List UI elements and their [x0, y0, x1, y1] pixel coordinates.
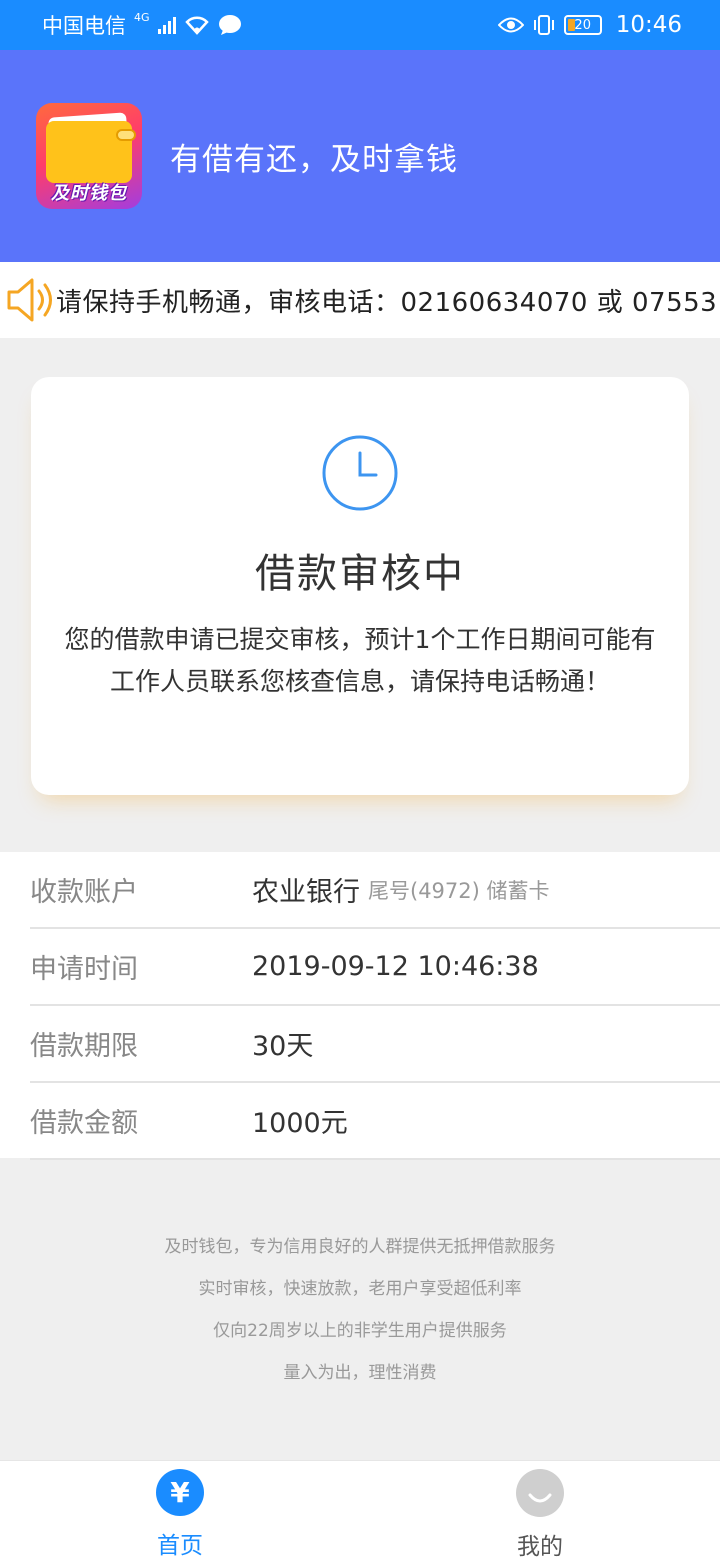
nav-home[interactable]: ¥ 首页 [0, 1461, 360, 1560]
disclaimer-line: 仅向22周岁以上的非学生用户提供服务 [213, 1321, 507, 1341]
review-status-title: 借款审核中 [255, 551, 465, 597]
detail-sub: 尾号(4972) 储蓄卡 [368, 878, 550, 903]
notice-bar: 请保持手机畅通，审核电话：02160634070 或 07553 [0, 262, 720, 338]
status-bar: 中国电信 4G 20 10:46 [0, 0, 720, 50]
nav-mine[interactable]: 我的 [360, 1461, 720, 1560]
disclaimer-line: 及时钱包，专为信用良好的人群提供无抵押借款服务 [164, 1237, 556, 1257]
detail-value: 30天 [252, 1031, 314, 1062]
battery-level: 20 [574, 17, 591, 33]
detail-label: 收款账户 [30, 877, 138, 908]
disclaimer-line: 实时审核，快速放款，老用户享受超低利率 [198, 1279, 522, 1299]
vibrate-icon [533, 15, 554, 35]
detail-row-account: 收款账户 农业银行 尾号(4972) 储蓄卡 [30, 852, 720, 929]
network-type: 4G [134, 10, 150, 24]
status-bar-right: 20 10:46 [497, 12, 682, 38]
review-status-card: 借款审核中 您的借款申请已提交审核，预计1个工作日期间可能有工作人员联系您核查信… [31, 377, 689, 795]
clock-time: 10:46 [615, 12, 682, 38]
review-status-message: 您的借款申请已提交审核，预计1个工作日期间可能有工作人员联系您核查信息，请保持电… [64, 625, 656, 696]
yen-icon: ¥ [156, 1469, 204, 1516]
message-icon [218, 15, 241, 35]
detail-row-time: 申请时间 2019-09-12 10:46:38 [30, 929, 720, 1006]
header-slogan: 有借有还，及时拿钱 [170, 141, 458, 178]
wifi-icon [184, 16, 209, 35]
app-header: 及时钱包 有借有还，及时拿钱 [0, 50, 720, 262]
app-logo: 及时钱包 [36, 103, 142, 209]
notice-text: 请保持手机畅通，审核电话：02160634070 或 07553 [56, 287, 718, 318]
bottom-nav: ¥ 首页 我的 [0, 1460, 720, 1560]
detail-row-term: 借款期限 30天 [30, 1006, 720, 1083]
service-disclaimer: 及时钱包，专为信用良好的人群提供无抵押借款服务 实时审核，快速放款，老用户享受超… [0, 1226, 720, 1394]
loan-details: 收款账户 农业银行 尾号(4972) 储蓄卡 申请时间 2019-09-12 1… [0, 852, 720, 1160]
detail-label: 借款金额 [30, 1108, 138, 1139]
status-bar-left: 中国电信 4G [42, 10, 242, 40]
detail-label: 申请时间 [30, 954, 138, 985]
detail-value: 2019-09-12 10:46:38 [252, 951, 539, 982]
eye-icon [497, 17, 524, 33]
clock-icon [322, 435, 398, 511]
detail-label: 借款期限 [30, 1031, 138, 1062]
disclaimer-line: 量入为出，理性消费 [283, 1363, 437, 1383]
nav-home-label: 首页 [157, 1533, 203, 1559]
carrier-label: 中国电信 [42, 14, 126, 38]
battery-icon: 20 [563, 15, 602, 35]
logo-text: 及时钱包 [51, 183, 127, 204]
detail-row-amount: 借款金额 1000元 [30, 1083, 720, 1160]
smile-icon [516, 1469, 564, 1517]
nav-mine-label: 我的 [517, 1534, 563, 1560]
detail-value: 农业银行 [252, 877, 360, 908]
detail-value: 1000元 [252, 1108, 348, 1139]
wallet-clasp [116, 129, 136, 141]
signal-icon [157, 16, 176, 34]
speaker-icon [7, 278, 52, 322]
smile-glyph [528, 1493, 552, 1503]
